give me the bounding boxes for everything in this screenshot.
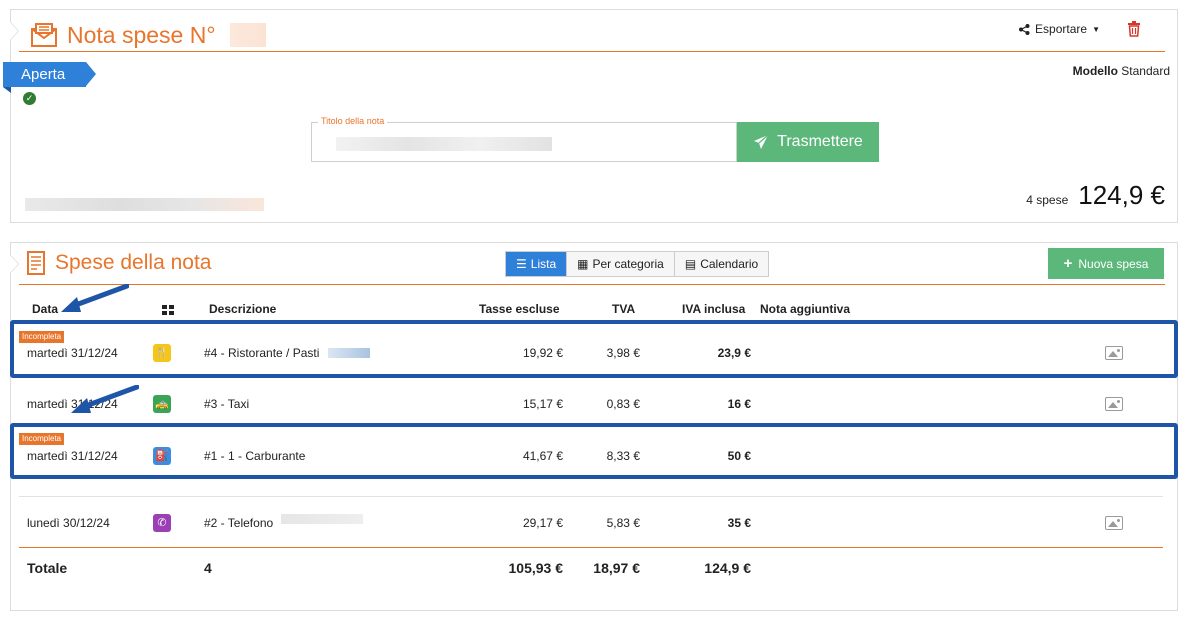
row-date: martedì 31/12/24 bbox=[27, 346, 118, 360]
send-button[interactable]: Trasmettere bbox=[737, 122, 879, 162]
page-title: Nota spese N° bbox=[67, 21, 216, 48]
row-vat-included: 16 € bbox=[727, 397, 751, 411]
annotation-arrow bbox=[71, 385, 139, 413]
grid-icon: ▦ bbox=[577, 257, 589, 271]
column-vat: TVA bbox=[612, 302, 636, 316]
row-description[interactable]: #1 - 1 - Carburante bbox=[204, 449, 305, 463]
tab-list-label: Lista bbox=[530, 257, 557, 271]
model-info: Modello Standard bbox=[1073, 64, 1170, 78]
note-total: 4 spese 124,9 € bbox=[1026, 180, 1165, 211]
phone-icon: ✆ bbox=[153, 514, 171, 532]
incomplete-badge: Incompleta bbox=[19, 433, 65, 445]
expenses-header: Spese della nota bbox=[27, 251, 211, 275]
row-vat-included: 35 € bbox=[727, 516, 751, 530]
expense-count: 4 spese bbox=[1026, 193, 1069, 207]
row-tax-excluded: 41,67 € bbox=[522, 449, 563, 463]
receipt-icon bbox=[27, 251, 45, 275]
row-tax-excluded: 29,17 € bbox=[522, 516, 563, 530]
check-circle-icon: ✓ bbox=[23, 92, 36, 105]
tab-by-category-label: Per categoria bbox=[592, 257, 664, 271]
category-grid-icon bbox=[162, 304, 174, 318]
car-icon: 🚕 bbox=[153, 395, 171, 413]
panel-notch-inner bbox=[10, 255, 18, 273]
header-divider bbox=[19, 51, 1165, 52]
expense-note-panel: Nota spese N° Esportare ▼ Aperta ✓ Model… bbox=[3, 9, 1178, 223]
model-value: Standard bbox=[1121, 64, 1170, 78]
send-label: Trasmettere bbox=[777, 133, 863, 150]
note-title-field[interactable]: Titolo della nota bbox=[311, 116, 737, 162]
row-vat: 0,83 € bbox=[606, 397, 640, 411]
redacted-text bbox=[328, 348, 370, 358]
trash-icon[interactable] bbox=[1127, 21, 1141, 37]
row-date: martedì 31/12/24 bbox=[27, 449, 118, 463]
totals-divider bbox=[19, 547, 1163, 548]
status-ribbon-fold bbox=[3, 87, 11, 93]
panel-notch-inner bbox=[10, 22, 18, 40]
column-description: Descrizione bbox=[209, 302, 277, 316]
share-icon bbox=[1019, 23, 1030, 35]
column-tax-excluded: Tasse escluse bbox=[479, 302, 560, 316]
image-icon[interactable] bbox=[1105, 397, 1123, 411]
image-icon[interactable] bbox=[1105, 516, 1123, 530]
row-description[interactable]: #3 - Taxi bbox=[204, 397, 249, 411]
note-number-redacted bbox=[229, 23, 266, 47]
totals-count: 4 bbox=[204, 560, 212, 576]
incomplete-badge: Incompleta bbox=[19, 331, 65, 343]
row-vat: 3,98 € bbox=[606, 346, 640, 360]
tab-list[interactable]: ☰ Lista bbox=[506, 252, 568, 276]
redacted-text bbox=[281, 514, 363, 524]
total-amount: 124,9 € bbox=[1078, 180, 1165, 210]
row-date: lunedì 30/12/24 bbox=[27, 516, 110, 530]
redacted-info bbox=[25, 198, 264, 211]
column-vat-included: IVA inclusa bbox=[682, 302, 746, 316]
paper-plane-icon bbox=[754, 134, 769, 149]
totals-tax-excluded: 105,93 € bbox=[508, 560, 564, 576]
view-switcher: ☰ Lista ▦ Per categoria ▤ Calendario bbox=[505, 251, 770, 277]
row-divider bbox=[19, 496, 1163, 497]
envelope-icon bbox=[31, 23, 57, 47]
calendar-icon: ▤ bbox=[684, 257, 697, 271]
highlight-frame bbox=[10, 320, 1178, 378]
highlight-frame bbox=[10, 423, 1178, 479]
row-vat: 5,83 € bbox=[606, 516, 640, 530]
row-description[interactable]: #4 - Ristorante / Pasti bbox=[204, 346, 319, 360]
section-divider bbox=[19, 284, 1165, 285]
totals-vat-included: 124,9 € bbox=[704, 560, 751, 576]
fuel-icon: ⛽ bbox=[153, 447, 171, 465]
row-description[interactable]: #2 - Telefono bbox=[204, 516, 273, 530]
note-title-value-redacted bbox=[336, 137, 552, 151]
tab-by-category[interactable]: ▦ Per categoria bbox=[567, 252, 675, 276]
plus-icon: + bbox=[1063, 255, 1073, 272]
tab-calendar-label: Calendario bbox=[700, 257, 759, 271]
row-tax-excluded: 15,17 € bbox=[522, 397, 563, 411]
annotation-arrow bbox=[61, 284, 129, 312]
new-expense-button[interactable]: + Nuova spesa bbox=[1048, 248, 1164, 279]
new-expense-label: Nuova spesa bbox=[1078, 256, 1149, 271]
image-icon[interactable] bbox=[1105, 346, 1123, 360]
row-tax-excluded: 19,92 € bbox=[522, 346, 563, 360]
caret-down-icon: ▼ bbox=[1092, 24, 1100, 34]
status-badge: Aperta bbox=[3, 62, 96, 87]
column-date[interactable]: Data bbox=[32, 302, 58, 316]
list-icon: ☰ bbox=[516, 257, 527, 271]
section-title: Spese della nota bbox=[55, 251, 212, 274]
row-vat: 8,33 € bbox=[606, 449, 640, 463]
note-header: Nota spese N° bbox=[31, 18, 266, 52]
tab-calendar[interactable]: ▤ Calendario bbox=[674, 252, 769, 276]
totals-vat: 18,97 € bbox=[593, 560, 640, 576]
expenses-panel: Spese della nota ☰ Lista ▦ Per categoria… bbox=[10, 242, 1178, 611]
row-vat-included: 50 € bbox=[727, 449, 751, 463]
column-additional-note: Nota aggiuntiva bbox=[760, 302, 851, 316]
note-title-label: Titolo della nota bbox=[318, 116, 388, 126]
fork-knife-icon: 🍴 bbox=[153, 344, 171, 362]
export-label: Esportare bbox=[1035, 22, 1088, 36]
model-label: Modello bbox=[1072, 64, 1118, 78]
totals-label: Totale bbox=[27, 560, 68, 576]
row-vat-included: 23,9 € bbox=[717, 346, 751, 360]
export-dropdown[interactable]: Esportare ▼ bbox=[1019, 22, 1100, 36]
